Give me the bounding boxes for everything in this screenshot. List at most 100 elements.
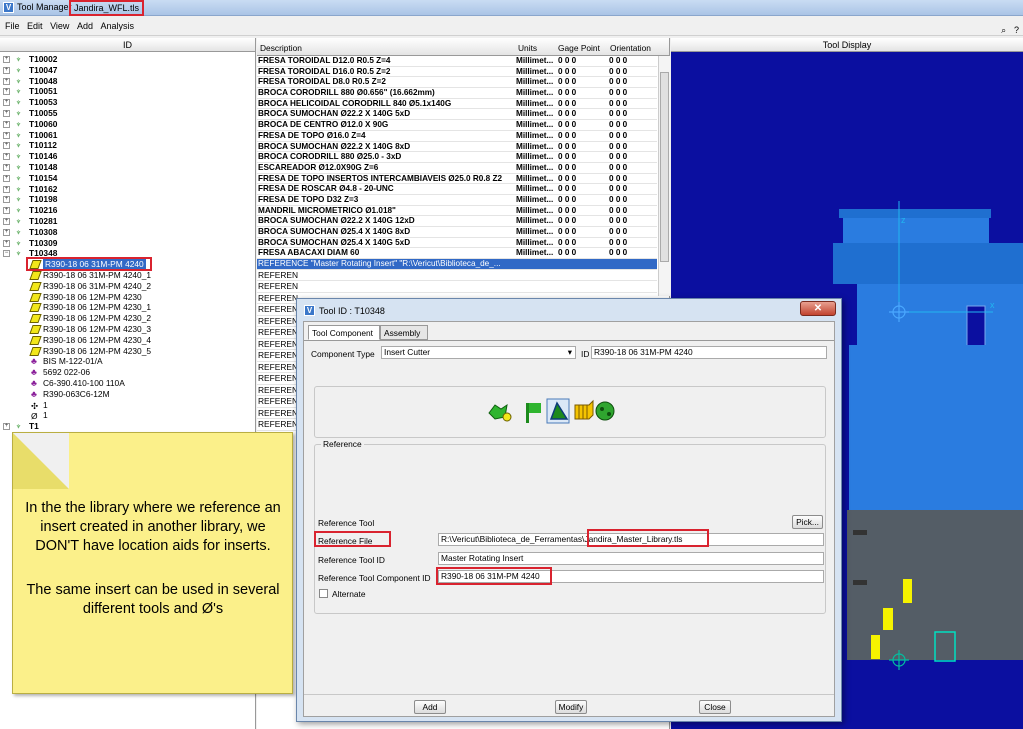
tab-assembly[interactable]: Assembly	[380, 325, 428, 340]
dialog-titlebar[interactable]: V Tool ID : T10348 ✕	[297, 299, 841, 319]
tree-node[interactable]: + ♆ T10061	[0, 130, 254, 141]
table-scrollbar[interactable]	[658, 56, 670, 296]
tree-node[interactable]: + ♆ T10281	[0, 216, 254, 227]
table-row[interactable]: BROCA HELICOIDAL CORODRILL 840 Ø5.1x140G…	[257, 99, 657, 110]
col-orientation[interactable]: Orientation	[610, 43, 651, 53]
tree-child[interactable]: R390-18 06 12M-PM 4230_4	[0, 335, 254, 346]
tree-node[interactable]: + ♆ T10309	[0, 238, 254, 249]
cutter-profile-icon[interactable]	[546, 398, 570, 424]
tree-node[interactable]: + ♆ T10154	[0, 173, 254, 184]
expand-icon[interactable]: +	[3, 131, 10, 139]
table-row[interactable]: FRESA DE TOPO D32 Z=3 Millimet... 0 0 0 0 0…	[257, 195, 657, 206]
pick-button[interactable]: Pick...	[792, 515, 823, 529]
reference-tool-id-field[interactable]: Master Rotating Insert	[438, 552, 824, 565]
tree-node[interactable]: + ♆ T10146	[0, 151, 254, 162]
table-row-selected[interactable]: REFERENCE "Master Rotating Insert" "R:\V…	[257, 259, 657, 270]
table-row[interactable]: MANDRIL MICROMETRICO Ø1.018" Millimet... 0…	[257, 206, 657, 217]
table-row[interactable]: BROCA SUMOCHAN Ø22.2 X 140G 8xD Millimet.…	[257, 142, 657, 153]
tree-child[interactable]: ♣ 5692 022-06	[0, 367, 254, 378]
solid-model-icon[interactable]	[574, 399, 594, 420]
table-row[interactable]: BROCA CORODRILL 880 Ø25.0 - 3xD Millimet.…	[257, 152, 657, 163]
table-row[interactable]: FRESA DE ROSCAR Ø4.8 - 20-UNC Millimet...…	[257, 184, 657, 195]
tree-node[interactable]: + ♆ T10053	[0, 97, 254, 108]
tree-node[interactable]: + ♆ T10060	[0, 119, 254, 130]
tree-node[interactable]: + ♆ T10148	[0, 162, 254, 173]
expand-icon[interactable]: +	[3, 88, 10, 96]
table-row[interactable]: BROCA SUMOCHAN Ø25.4 X 140G 5xD Millimet.…	[257, 238, 657, 249]
alternate-checkbox[interactable]	[319, 589, 328, 598]
tree-node[interactable]: + ♆ T10112	[0, 140, 254, 151]
col-description[interactable]: Description	[260, 43, 302, 53]
tree-child[interactable]: Ø1	[0, 410, 254, 421]
tree-child[interactable]: ✣ 1	[0, 400, 254, 411]
tree-node[interactable]: + ♆ T10055	[0, 108, 254, 119]
expand-icon[interactable]: +	[3, 196, 10, 204]
collapse-icon[interactable]: −	[3, 250, 10, 258]
expand-icon[interactable]: +	[3, 120, 10, 128]
table-row-reference[interactable]: REFEREN	[257, 281, 657, 293]
tree-child[interactable]: ♣ C6-390.410-100 110A	[0, 378, 254, 389]
help-icon[interactable]: ?	[1014, 25, 1019, 35]
col-gage-point[interactable]: Gage Point	[558, 43, 600, 53]
tree-node[interactable]: + ♆ T10162	[0, 184, 254, 195]
expand-icon[interactable]: +	[3, 66, 10, 74]
table-row[interactable]: FRESA TOROIDAL D16.0 R0.5 Z=2 Millimet...…	[257, 67, 657, 78]
expand-icon[interactable]: +	[3, 56, 10, 63]
table-row[interactable]: BROCA CORODRILL 880 Ø0.656" (16.662mm) Mi…	[257, 88, 657, 99]
zoom-icon[interactable]: ⌕	[1001, 25, 1006, 36]
expand-icon[interactable]: +	[3, 228, 10, 236]
table-row[interactable]: FRESA DE TOPO Ø16.0 Z=4 Millimet... 0 0 0 0…	[257, 131, 657, 142]
tree-child[interactable]: R390-18 06 12M-PM 4230_5	[0, 346, 254, 357]
component-type-select[interactable]: Insert Cutter ▾	[381, 346, 576, 359]
modify-button[interactable]: Modify	[555, 700, 587, 714]
expand-icon[interactable]: +	[3, 77, 10, 85]
tree-node[interactable]: + ♆ T10002	[0, 54, 254, 65]
expand-icon[interactable]: +	[3, 109, 10, 117]
menu-file[interactable]: File	[5, 21, 20, 31]
expand-icon[interactable]: +	[3, 163, 10, 171]
table-row-reference[interactable]: REFEREN	[257, 270, 657, 282]
tree-child[interactable]: ♣ BIS M-122-01/A	[0, 356, 254, 367]
table-row[interactable]: BROCA SUMOCHAN Ø22.2 X 140G 12xD Millimet…	[257, 216, 657, 227]
close-button[interactable]: Close	[699, 700, 731, 714]
expand-icon[interactable]: +	[3, 239, 10, 247]
expand-icon[interactable]: +	[3, 153, 10, 161]
add-button[interactable]: Add	[414, 700, 446, 714]
tree-child[interactable]: ♣ R390-063C6-12M	[0, 389, 254, 400]
menu-view[interactable]: View	[50, 21, 69, 31]
expand-icon[interactable]: +	[3, 207, 10, 215]
table-row[interactable]: FRESA TOROIDAL D8.0 R0.5 Z=2 Millimet... 0…	[257, 77, 657, 89]
tree-node[interactable]: + ♆ T10308	[0, 227, 254, 238]
id-field[interactable]: R390-18 06 31M-PM 4240	[591, 346, 827, 359]
tree-child[interactable]: R390-18 06 12M-PM 4230_1	[0, 302, 254, 313]
tree-node[interactable]: + ♆ T10048	[0, 76, 254, 87]
3d-mesh-icon[interactable]	[595, 401, 615, 421]
table-row[interactable]: ESCAREADOR Ø12.0X90G Z=6 Millimet... 0 0 0…	[257, 163, 657, 174]
table-row[interactable]: FRESA ABACAXI DIAM 60 Millimet... 0 0 0 0 0…	[257, 248, 657, 260]
menu-analysis[interactable]: Analysis	[100, 21, 134, 31]
flag-icon[interactable]	[526, 403, 541, 423]
scroll-thumb[interactable]	[660, 72, 669, 262]
table-row[interactable]: FRESA TOROIDAL D12.0 R0.5 Z=4 Millimet...…	[257, 56, 657, 67]
menu-add[interactable]: Add	[77, 21, 93, 31]
tab-tool-component[interactable]: Tool Component	[308, 325, 380, 340]
tree-node[interactable]: + ♆ T10216	[0, 205, 254, 216]
menu-edit[interactable]: Edit	[27, 21, 43, 31]
tree-child[interactable]: R390-18 06 12M-PM 4230	[0, 292, 254, 303]
expand-icon[interactable]: +	[3, 99, 10, 107]
expand-icon[interactable]: +	[3, 185, 10, 193]
table-row[interactable]: FRESA DE TOPO INSERTOS INTERCAMBIAVEIS Ø…	[257, 174, 657, 185]
col-units[interactable]: Units	[518, 43, 537, 53]
expand-icon[interactable]: +	[3, 423, 10, 431]
tree-node[interactable]: + ♆ T10051	[0, 86, 254, 97]
tree-child[interactable]: R390-18 06 12M-PM 4230_2	[0, 313, 254, 324]
tree-node[interactable]: + ♆ T10198	[0, 194, 254, 205]
expand-icon[interactable]: +	[3, 142, 10, 150]
id-column-header[interactable]: ID	[0, 38, 255, 52]
insert-type-icon[interactable]	[488, 403, 512, 422]
tree-child[interactable]: R390-18 06 12M-PM 4230_3	[0, 324, 254, 335]
table-row[interactable]: BROCA SUMOCHAN Ø25.4 X 140G 8xD Millimet.…	[257, 227, 657, 238]
dialog-close-icon[interactable]: ✕	[800, 301, 836, 316]
tree-node[interactable]: + ♆ T10047	[0, 65, 254, 76]
tree-child[interactable]: R390-18 06 31M-PM 4240_1	[0, 270, 254, 281]
